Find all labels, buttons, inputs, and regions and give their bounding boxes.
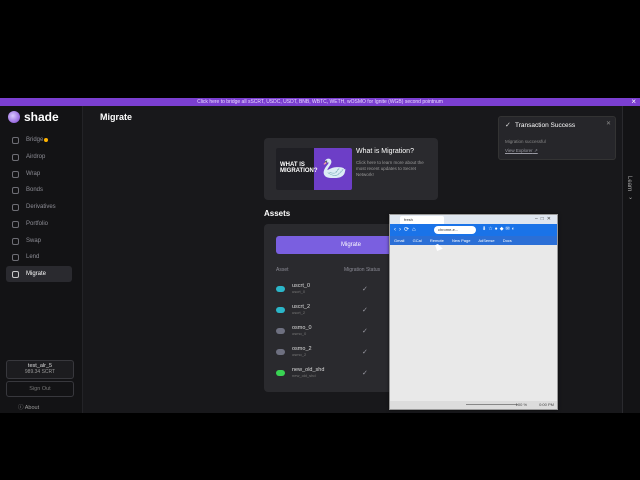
check-icon: ✓	[362, 307, 368, 314]
check-icon: ✓	[362, 349, 368, 356]
toast-title: Transaction Success	[515, 122, 576, 129]
shade-logo-icon	[8, 111, 20, 123]
banner-close-icon[interactable]: ×	[631, 98, 636, 106]
popup-tab[interactable]: fresh	[400, 216, 444, 224]
sidebar-item-label: Bridge	[26, 137, 44, 143]
sidebar-item-label: Lend	[26, 254, 40, 260]
wallet-balance: 989.34 SCRT	[24, 369, 56, 375]
zoom-slider[interactable]	[466, 404, 518, 405]
migrate-icon	[12, 270, 19, 278]
chevron-down-icon: ⌄	[628, 195, 634, 201]
goose-icon: 🦢	[322, 158, 347, 180]
sidebar-item-label: Migrate	[26, 271, 47, 277]
sidebar-item-bonds[interactable]: Bonds	[6, 182, 72, 198]
sidebar: shade Bridge Airdrop Wrap Bonds Derivati…	[0, 106, 83, 413]
logo-text: shade	[24, 110, 59, 124]
token-icon	[276, 328, 285, 334]
bonds-icon	[12, 186, 19, 194]
portfolio-icon	[12, 220, 19, 228]
sidebar-item-bridge[interactable]: Bridge	[6, 132, 72, 148]
lend-icon	[12, 253, 19, 261]
token-icon	[276, 370, 285, 376]
view-explorer-label: View Explorer	[505, 148, 533, 153]
window-controls[interactable]: –□✕	[535, 216, 554, 222]
airdrop-icon	[12, 153, 19, 161]
check-icon: ✓	[362, 370, 368, 377]
wrap-icon	[12, 170, 19, 178]
sidebar-item-portfolio[interactable]: Portfolio	[6, 216, 72, 232]
announcement-banner[interactable]: Click here to bridge all sSCRT, USDC, US…	[0, 98, 640, 106]
bookmark-item[interactable]: Gmail	[394, 238, 404, 243]
popup-toolbar: ‹›⟳⌂ chrome-e... ⬇☆●◆✉◐	[390, 224, 557, 236]
popup-address-bar[interactable]: chrome-e...	[434, 226, 476, 234]
sidebar-item-swap[interactable]: Swap	[6, 233, 72, 249]
what-is-migration-card[interactable]: WHAT IS MIGRATION? 🦢 What is Migration? …	[264, 138, 438, 200]
bookmark-item[interactable]: Remote	[430, 238, 444, 243]
card-title: What is Migration?	[356, 148, 414, 155]
nav-buttons-icon[interactable]: ‹›⟳⌂	[394, 226, 419, 233]
bookmark-item[interactable]: Docs	[503, 238, 512, 243]
view-explorer-link[interactable]: View Explorer ↗	[505, 148, 538, 154]
card-description: Click here to learn more about the most …	[356, 160, 424, 177]
sidebar-item-label: Airdrop	[26, 154, 46, 160]
sidebar-item-derivatives[interactable]: Derivatives	[6, 199, 72, 215]
asset-subname: uscrt_2	[292, 310, 306, 315]
asset-subname: new_old_shd	[292, 373, 316, 378]
logo[interactable]: shade	[8, 110, 59, 124]
clock-text: 0:00 PM	[539, 402, 554, 407]
zoom-label: 100 %	[515, 402, 527, 407]
new-badge-dot	[44, 138, 49, 142]
learn-label: Learn	[626, 176, 632, 192]
assets-heading: Assets	[264, 209, 291, 218]
sidebar-item-label: Wrap	[26, 171, 41, 177]
popup-status-bar: 100 % 0:00 PM	[390, 401, 557, 409]
sidebar-item-wrap[interactable]: Wrap	[6, 166, 72, 182]
sidebar-item-label: Swap	[26, 238, 42, 244]
sidebar-item-label: Portfolio	[26, 221, 49, 227]
about-link[interactable]: ⓘ About	[18, 403, 39, 411]
wallet-button[interactable]: test_alr_5 989.34 SCRT	[6, 360, 74, 379]
bookmark-item[interactable]: GCal	[413, 238, 422, 243]
sidebar-item-label: Bonds	[26, 187, 44, 193]
banner-text[interactable]: Click here to bridge all sSCRT, USDC, US…	[0, 98, 640, 106]
sign-out-button[interactable]: Sign Out	[6, 381, 74, 397]
token-icon	[276, 286, 285, 292]
sidebar-item-airdrop[interactable]: Airdrop	[6, 149, 72, 165]
popup-tab-bar: fresh –□✕	[390, 215, 557, 224]
browser-popup-window[interactable]: fresh –□✕ ‹›⟳⌂ chrome-e... ⬇☆●◆✉◐ Gmail …	[389, 214, 558, 410]
bookmark-item[interactable]: New Page	[452, 238, 470, 243]
asset-subname: uscrt_0	[292, 289, 306, 294]
asset-subname: osmo_2	[292, 352, 307, 357]
learn-side-tab[interactable]: Learn ⌄	[622, 106, 640, 413]
check-icon: ✓	[362, 286, 368, 293]
info-icon: ⓘ	[18, 405, 24, 411]
asset-subname: osmo_0	[292, 331, 307, 336]
bookmark-item[interactable]: AdSense	[478, 238, 494, 243]
sidebar-item-label: Derivatives	[26, 204, 56, 210]
check-icon: ✓	[505, 122, 511, 129]
bridge-icon	[12, 136, 19, 144]
transaction-toast: ✓ Transaction Success ✕ Migration succes…	[498, 116, 616, 160]
about-label: About	[24, 405, 40, 411]
column-header-status: Migration Status	[344, 267, 381, 273]
derivatives-icon	[12, 203, 19, 211]
migration-thumbnail: WHAT IS MIGRATION? 🦢	[276, 148, 352, 190]
toast-message: Migration successful	[505, 139, 546, 144]
close-icon[interactable]: ✕	[606, 120, 611, 127]
check-icon: ✓	[362, 328, 368, 335]
swap-icon	[12, 237, 19, 245]
sidebar-item-migrate[interactable]: Migrate	[6, 266, 72, 282]
external-link-icon: ↗	[533, 148, 538, 153]
token-icon	[276, 349, 285, 355]
column-header-asset: Asset	[276, 267, 289, 273]
page-title: Migrate	[100, 112, 133, 122]
bookmarks-bar: Gmail GCal Remote New Page AdSense Docs	[390, 236, 557, 245]
extension-icons[interactable]: ⬇☆●◆✉◐	[482, 226, 517, 232]
sidebar-item-lend[interactable]: Lend	[6, 249, 72, 265]
token-icon	[276, 307, 285, 313]
thumbnail-text: WHAT IS MIGRATION?	[280, 162, 318, 174]
